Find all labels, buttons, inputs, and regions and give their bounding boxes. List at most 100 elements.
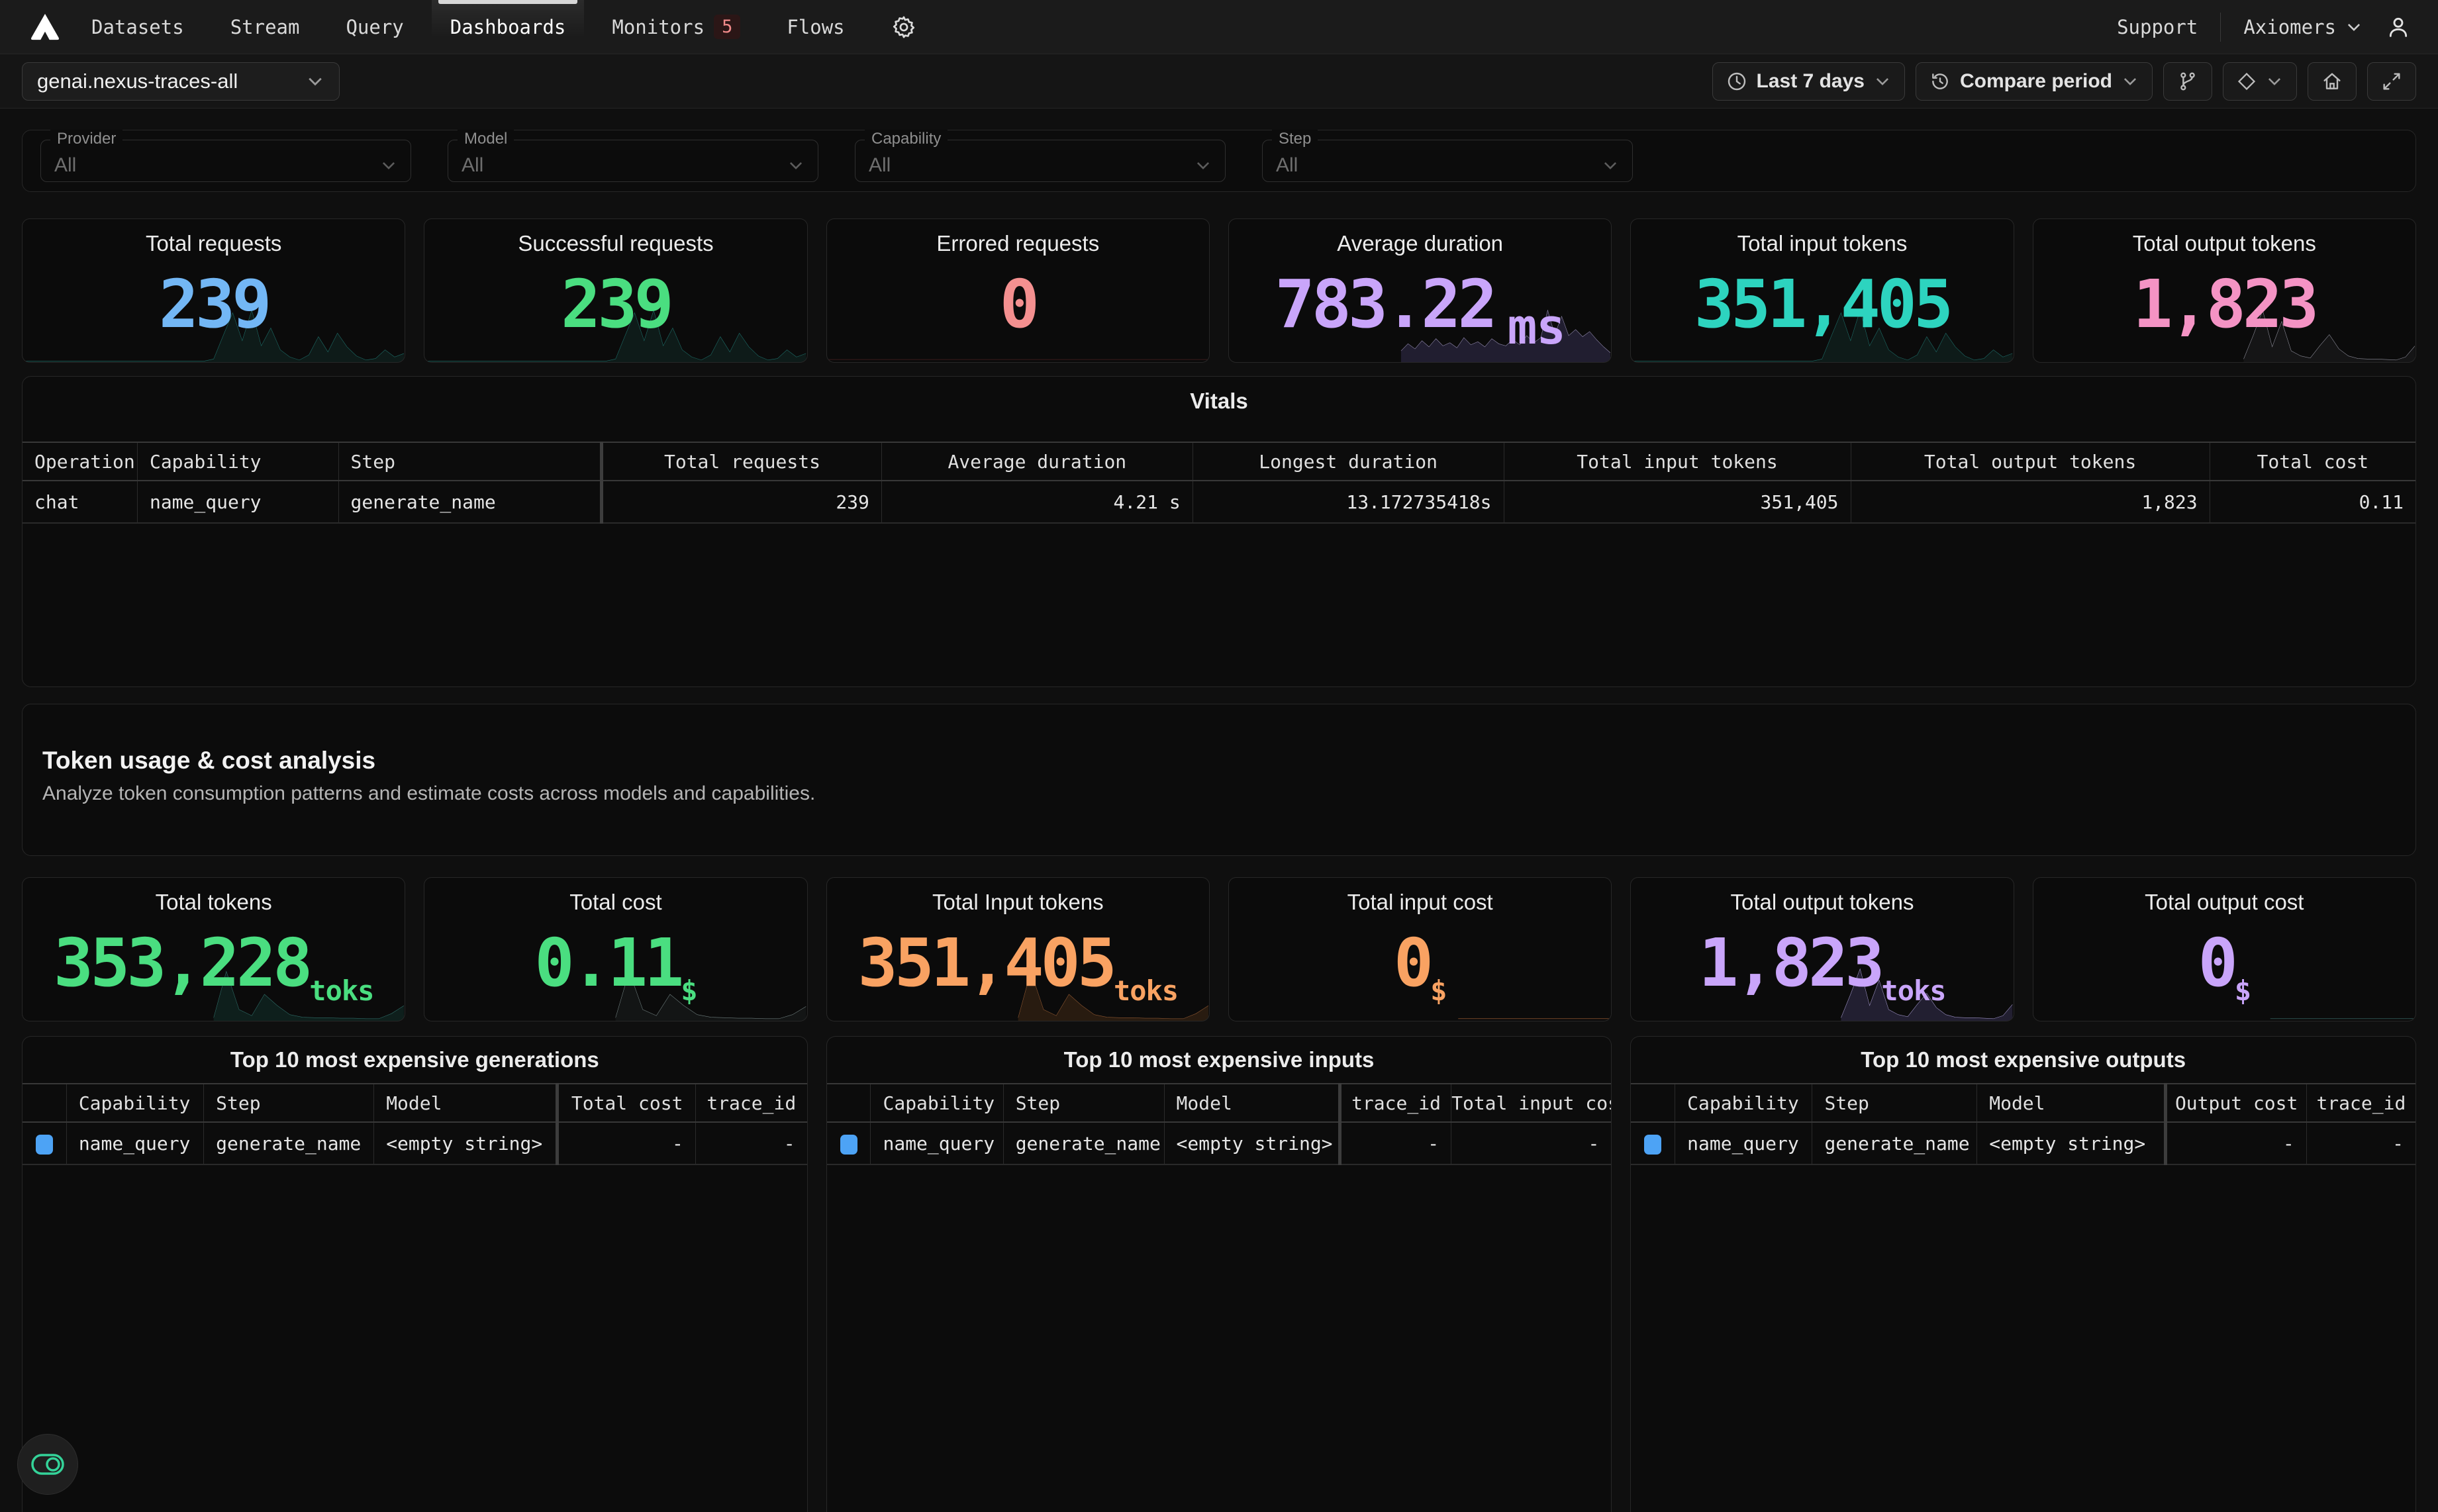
stat-card-title: Successful requests: [518, 231, 713, 256]
table-row[interactable]: name_query generate_name <empty string> …: [23, 1122, 807, 1164]
col-header: Model: [1164, 1084, 1340, 1122]
cell-step: generate_name: [1003, 1122, 1164, 1164]
cell-swatch: [827, 1122, 871, 1164]
nav-item-dashboards[interactable]: Dashboards: [432, 0, 585, 54]
col-header: Step: [1003, 1084, 1164, 1122]
filter-capability-label: Capability: [865, 130, 948, 148]
col-header: Step: [1812, 1084, 1977, 1122]
stat-card-total-output-tokens-2[interactable]: Total output tokens 1,823toks: [1630, 877, 2014, 1021]
cell-total-cost: -: [558, 1122, 695, 1164]
nav-item-stream[interactable]: Stream: [212, 0, 318, 54]
section-title: Token usage & cost analysis: [42, 747, 2415, 775]
stat-card-average-duration[interactable]: Average duration 783.22ms: [1228, 218, 1612, 363]
annotations-button[interactable]: [2223, 62, 2297, 101]
stat-card-value: 0.11$: [534, 915, 697, 1021]
stat-card-total-output-tokens[interactable]: Total output tokens 1,823: [2033, 218, 2416, 363]
col-header: Capability: [871, 1084, 1003, 1122]
legend-swatch[interactable]: [36, 1135, 53, 1155]
col-header: Average duration: [881, 442, 1193, 481]
dashboard-toolbar: genai.nexus-traces-all Last 7 days Compa…: [0, 54, 2438, 109]
fullscreen-button[interactable]: [2367, 62, 2416, 101]
nav-item-flows[interactable]: Flows: [768, 0, 863, 54]
stat-card-title: Total output cost: [2145, 890, 2304, 915]
stat-card-title: Total input tokens: [1737, 231, 1908, 256]
col-header-swatch: [1631, 1084, 1675, 1122]
feature-toggle-fab[interactable]: [17, 1434, 78, 1495]
stat-card-total-tokens[interactable]: Total tokens 353,228toks: [22, 877, 405, 1021]
support-link[interactable]: Support: [2117, 16, 2198, 38]
filter-provider[interactable]: Provider All: [40, 140, 411, 182]
col-header: Model: [1977, 1084, 2165, 1122]
stat-card-title: Total Input tokens: [932, 890, 1104, 915]
nav-item-datasets[interactable]: Datasets: [73, 0, 203, 54]
clock-icon: [1726, 71, 1747, 92]
stat-card-title: Total output tokens: [2133, 231, 2316, 256]
stat-card-total-input-tokens-2[interactable]: Total Input tokens 351,405toks: [826, 877, 1210, 1021]
stat-card-total-input-tokens[interactable]: Total input tokens 351,405: [1630, 218, 2014, 363]
col-header: Total input cost: [1451, 1084, 1612, 1122]
stat-card-value: 0$: [1394, 915, 1447, 1021]
stat-card-value: 353,228toks: [54, 915, 374, 1021]
top-expensive-outputs-panel: Top 10 most expensive outputs Capability…: [1630, 1036, 2416, 1512]
top-expensive-inputs-panel: Top 10 most expensive inputs Capability …: [826, 1036, 1612, 1512]
chevron-down-icon: [1602, 157, 1619, 174]
settings-gear-icon[interactable]: [873, 0, 935, 54]
stat-card-total-input-cost[interactable]: Total input cost 0$: [1228, 877, 1612, 1021]
version-history-button[interactable]: [2163, 62, 2212, 101]
filter-step-value: All: [1276, 154, 1298, 177]
stat-card-successful-requests[interactable]: Successful requests 239: [424, 218, 807, 363]
time-range-label: Last 7 days: [1757, 70, 1865, 93]
stat-card-title: Total tokens: [156, 890, 272, 915]
stat-card-value: 239: [561, 256, 671, 362]
expand-icon: [2381, 71, 2402, 92]
toggle-icon: [30, 1452, 65, 1476]
axiom-logo-icon[interactable]: [26, 0, 64, 54]
table-row[interactable]: name_query generate_name <empty string> …: [827, 1122, 1612, 1164]
stat-card-value: 0: [1000, 256, 1036, 362]
git-branch-icon: [2177, 71, 2198, 92]
stat-card-value: 1,823: [2133, 256, 2316, 362]
stat-card-title: Average duration: [1337, 231, 1503, 256]
cell-step: generate_name: [204, 1122, 374, 1164]
vitals-header-row: Operation Capability Step Total requests…: [23, 442, 2415, 481]
vitals-row[interactable]: chat name_query generate_name 239 4.21 s…: [23, 481, 2415, 523]
nav-item-query[interactable]: Query: [327, 0, 422, 54]
stat-card-errored-requests[interactable]: Errored requests 0: [826, 218, 1210, 363]
top-inputs-table: Capability Step Model trace_id Total inp…: [827, 1083, 1612, 1165]
filter-capability[interactable]: Capability All: [855, 140, 1226, 182]
home-icon: [2321, 71, 2343, 92]
dashboard-selector[interactable]: genai.nexus-traces-all: [22, 62, 340, 101]
cell-step: generate_name: [338, 481, 602, 523]
user-account-icon[interactable]: [2385, 14, 2412, 40]
chevron-down-icon: [787, 157, 805, 174]
cell-trace-id: -: [2306, 1122, 2415, 1164]
stat-card-total-requests[interactable]: Total requests 239: [22, 218, 405, 363]
cell-capability: name_query: [66, 1122, 203, 1164]
table-header-row: Capability Step Model Output cost trace_…: [1631, 1084, 2415, 1122]
home-button[interactable]: [2308, 62, 2357, 101]
cell-model: <empty string>: [1977, 1122, 2165, 1164]
stat-card-total-cost[interactable]: Total cost 0.11$: [424, 877, 807, 1021]
filter-step[interactable]: Step All: [1262, 140, 1633, 182]
legend-swatch[interactable]: [1644, 1135, 1661, 1155]
legend-swatch[interactable]: [840, 1135, 857, 1155]
cell-total-cost: 0.11: [2210, 481, 2415, 523]
col-header: Step: [204, 1084, 374, 1122]
cell-trace-id: -: [1340, 1122, 1451, 1164]
col-header: Operation: [23, 442, 137, 481]
chevron-down-icon: [2266, 73, 2283, 90]
compare-period-button[interactable]: Compare period: [1916, 62, 2153, 101]
table-row[interactable]: name_query generate_name <empty string> …: [1631, 1122, 2415, 1164]
org-switcher[interactable]: Axiomers: [2243, 16, 2363, 38]
section-subtitle: Analyze token consumption patterns and e…: [42, 782, 2415, 805]
time-range-button[interactable]: Last 7 days: [1712, 62, 1905, 101]
compare-period-label: Compare period: [1960, 70, 2112, 93]
chevron-down-icon: [380, 157, 397, 174]
stat-card-title: Errored requests: [936, 231, 1099, 256]
stat-card-total-output-cost[interactable]: Total output cost 0$: [2033, 877, 2416, 1021]
col-header: trace_id: [695, 1084, 806, 1122]
nav-item-monitors[interactable]: Monitors 5: [593, 0, 759, 54]
filter-model[interactable]: Model All: [448, 140, 818, 182]
col-header-swatch: [23, 1084, 66, 1122]
nav-divider: [2220, 13, 2221, 42]
